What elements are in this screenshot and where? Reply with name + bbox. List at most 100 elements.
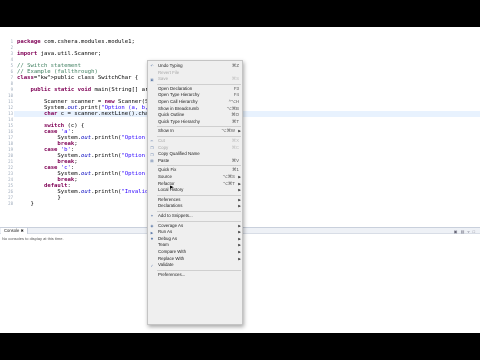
menu-item-references[interactable]: References ▶ (148, 197, 244, 204)
menu-separator (157, 211, 241, 212)
menu-item-open-type-hierarchy[interactable]: Open Type Hierarchy F4 (148, 92, 244, 99)
menu-item-copy: ❐ Copy ⌘C (148, 145, 244, 152)
menu-item-paste[interactable]: ▤ Paste ⌘V (148, 158, 244, 165)
menu-item-team[interactable]: Team ▶ (148, 242, 244, 249)
menu-item-coverage-as[interactable]: ◉ Coverage As ▶ (148, 223, 244, 230)
menu-item-local-history[interactable]: Local History ▶ (148, 187, 244, 194)
menu-item-cut: ✂ Cut ⌘X (148, 138, 244, 145)
menu-item-shortcut: ⌥⌘B (226, 105, 239, 111)
menu-item-label: Team (158, 242, 169, 248)
menu-item-label: Cut (158, 138, 165, 143)
menu-item-undo-typing[interactable]: ↶ Undo Typing ⌘Z (148, 63, 244, 70)
menu-item-shortcut: ⌘X (231, 138, 239, 143)
menu-separator (157, 83, 241, 85)
menu-item-declarations[interactable]: Declarations ▶ (148, 203, 244, 210)
menu-item-label: Coverage As (158, 222, 184, 228)
menu-item-label: Preferences... (158, 271, 186, 277)
menu-item-label: Open Type Hierarchy (158, 92, 200, 98)
menu-item-debug-as[interactable]: ✸ Debug As ▶ (148, 236, 244, 243)
paste-icon: ▤ (150, 159, 154, 164)
code-line[interactable]: package com.cshera.modules.module1; (17, 39, 135, 45)
submenu-arrow-icon: ▶ (238, 175, 241, 179)
menu-item-save: ▣ Save ⌘S (148, 76, 244, 83)
menu-item-open-call-hierarchy[interactable]: Open Call Hierarchy ^⌥H (148, 99, 244, 106)
menu-item-label: Replace With (158, 255, 185, 261)
menu-item-shortcut: ⌥⌘W (221, 128, 235, 134)
menu-separator (157, 269, 241, 271)
menu-separator (157, 194, 241, 196)
snippets-icon: ✦ (150, 214, 154, 219)
menu-item-compare-with[interactable]: Compare With ▶ (148, 249, 244, 256)
menu-item-run-as[interactable]: ▶ Run As ▶ (148, 229, 244, 236)
menu-item-show-in-breadcrumb[interactable]: Show in Breadcrumb ⌥⌘B (148, 106, 244, 113)
context-menu: ↶ Undo Typing ⌘Z Revert File ▣ Save ⌘S Open Dec… (147, 60, 243, 325)
menu-item-label: References (158, 196, 181, 202)
submenu-arrow-icon: ▶ (238, 243, 241, 248)
menu-item-shortcut: ⌘O (231, 112, 239, 118)
menu-separator (157, 220, 241, 222)
debug-icon: ✸ (150, 237, 154, 242)
menu-item-add-to-snippets[interactable]: ✦ Add to Snippets... (148, 213, 244, 220)
menu-item-open-declaration[interactable]: Open Declaration F3 (148, 86, 244, 93)
code-line[interactable]: public static void main(String[] args (17, 87, 155, 93)
cut-icon: ✂ (150, 139, 154, 144)
menu-item-label: Quick Outline (158, 112, 185, 118)
menu-item-shortcut: ⌘T (231, 118, 239, 124)
line-number-gutter: 1 2 3 4 5 6 7 8 9 10 11 12 13 14 15 16 17 18 19 20 21 22 23 24 2… (0, 27, 14, 227)
menu-item-label: Copy Qualified Name (158, 151, 200, 157)
menu-item-label: Debug As (158, 235, 178, 241)
line-number: 28 (8, 201, 13, 206)
menu-item-replace-with[interactable]: Replace With ▶ (148, 256, 244, 263)
menu-item-copy-qualified-name[interactable]: ❐ Copy Qualified Name (148, 151, 244, 158)
menu-item-label: Open Declaration (158, 85, 193, 91)
submenu-arrow-icon: ▶ (238, 250, 241, 254)
menu-item-quick-outline[interactable]: Quick Outline ⌘O (148, 112, 244, 119)
menu-item-quick-type-hierarchy[interactable]: Quick Type Hierarchy ⌘T (148, 119, 244, 126)
code-line[interactable]: } (17, 201, 33, 207)
menu-item-label: Source (158, 174, 172, 179)
menu-item-label: Quick Type Hierarchy (158, 118, 200, 124)
menu-separator (157, 136, 241, 137)
submenu-arrow-icon: ▶ (238, 129, 241, 134)
submenu-arrow-icon: ▶ (238, 181, 241, 186)
menu-item-label: Revert File (158, 69, 180, 75)
menu-item-label: Save (158, 76, 169, 82)
menu-item-label: Validate (158, 262, 174, 268)
menu-item-shortcut: ⌘1 (232, 167, 239, 173)
menu-item-label: Open Call Hierarchy (158, 99, 198, 104)
menu-item-label: Declarations (158, 203, 183, 209)
menu-item-label: Copy (158, 144, 169, 150)
menu-item-show-in[interactable]: Show In ⌥⌘W ▶ (148, 128, 244, 135)
code-line[interactable]: import java.util.Scanner; (17, 51, 101, 57)
copy-icon: ❐ (150, 145, 154, 150)
coverage-icon: ◉ (150, 223, 154, 228)
console-toolbar-icons[interactable]: ▣ ▤ ▿ □ (454, 229, 476, 234)
menu-item-revert-file: Revert File (148, 70, 244, 77)
menu-item-preferences[interactable]: Preferences... (148, 272, 244, 279)
menu-item-shortcut: ^⌥H (228, 99, 239, 104)
undo-icon: ↶ (150, 64, 154, 69)
submenu-arrow-icon: ▶ (238, 197, 241, 202)
menu-item-shortcut: F3 (233, 85, 239, 91)
menu-item-source[interactable]: Source ⌥⌘S ▶ (148, 174, 244, 181)
console-message: No consoles to display at this time. (2, 236, 64, 241)
menu-item-label: Quick Fix (158, 167, 177, 173)
menu-item-label: Compare With (158, 249, 187, 254)
code-line[interactable]: class="kw">public class SwitchChar { (17, 75, 138, 81)
submenu-arrow-icon: ▶ (238, 256, 241, 261)
menu-item-label: Paste (158, 157, 170, 163)
menu-item-label: Show In (158, 128, 174, 134)
menu-item-label: Show in Breadcrumb (158, 105, 199, 111)
menu-item-refactor[interactable]: Refactor ⌥⌘T ▶ (148, 181, 244, 188)
menu-item-shortcut: ⌘Z (231, 63, 239, 68)
menu-item-validate[interactable]: ✓ Validate (148, 262, 244, 269)
console-tab[interactable]: Console ✖ (1, 228, 29, 234)
submenu-arrow-icon: ▶ (238, 223, 241, 228)
save-icon: ▣ (150, 77, 154, 82)
menu-item-label: Run As (158, 229, 173, 235)
validate-icon: ✓ (150, 263, 154, 268)
menu-item-shortcut: ⌘V (231, 157, 239, 163)
code-line[interactable]: char c = scanner.nextLine().charA (17, 111, 155, 117)
menu-item-quick-fix[interactable]: Quick Fix ⌘1 (148, 167, 244, 174)
menu-item-label: Undo Typing (158, 63, 183, 68)
